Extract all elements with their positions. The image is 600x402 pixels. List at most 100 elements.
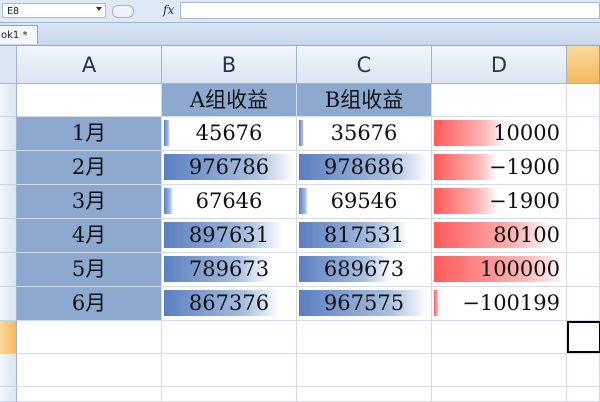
cell-d1[interactable] — [432, 84, 567, 117]
name-box-dropdown-icon[interactable] — [96, 7, 102, 11]
empty-cell[interactable] — [432, 387, 567, 402]
formula-bar: E8 fx — [0, 0, 600, 23]
cell-b-income[interactable]: 35676 — [297, 117, 432, 151]
empty-cell[interactable] — [297, 321, 432, 354]
empty-cell[interactable] — [162, 387, 297, 402]
row-header[interactable] — [0, 387, 17, 402]
b-income-value: 967575 — [323, 291, 405, 315]
spreadsheet-grid[interactable]: A B C D A组收益 B组收益 1月 45676 35676 10000 2… — [0, 46, 600, 402]
name-box[interactable]: E8 — [2, 3, 106, 18]
cell-e[interactable] — [567, 117, 600, 151]
cell-a-income[interactable]: 67646 — [162, 185, 297, 219]
formula-input[interactable] — [180, 2, 600, 19]
empty-cell[interactable] — [567, 387, 600, 402]
month-label: 4月 — [71, 223, 107, 247]
active-cell-e8[interactable] — [567, 321, 600, 353]
workbook-tab[interactable]: ok1 * — [0, 25, 38, 44]
cell-month[interactable]: 2月 — [17, 151, 162, 185]
a-income-value: 897631 — [188, 223, 270, 247]
cell-c1[interactable]: B组收益 — [297, 84, 432, 117]
d-value: 100000 — [479, 257, 560, 281]
data-bar — [164, 188, 173, 214]
cell-b-income[interactable]: 69546 — [297, 185, 432, 219]
cell-d-value[interactable]: 10000 — [432, 117, 567, 151]
cell-a-income[interactable]: 867376 — [162, 287, 297, 321]
column-header-a[interactable]: A — [17, 46, 162, 84]
empty-cell[interactable] — [432, 321, 567, 354]
a-income-value: 67646 — [195, 189, 263, 213]
cell-d-value[interactable]: −100199 — [432, 287, 567, 321]
row-header[interactable] — [0, 219, 17, 253]
column-header-d[interactable]: D — [432, 46, 567, 84]
empty-cell[interactable] — [567, 354, 600, 387]
data-bar — [164, 120, 170, 146]
cell-b-income[interactable]: 817531 — [297, 219, 432, 253]
cell-a1[interactable] — [17, 84, 162, 117]
cell-e[interactable] — [567, 253, 600, 287]
cell-e[interactable] — [567, 185, 600, 219]
empty-cell[interactable] — [162, 354, 297, 387]
formula-bar-expand-icon[interactable] — [112, 5, 134, 18]
row-header-selected[interactable] — [0, 321, 17, 354]
cell-e1[interactable] — [567, 84, 600, 117]
column-header-e[interactable] — [567, 46, 600, 84]
name-box-value: E8 — [7, 6, 20, 17]
cell-d-value[interactable]: −1900 — [432, 151, 567, 185]
cell-a-income[interactable]: 897631 — [162, 219, 297, 253]
a-income-value: 789673 — [188, 257, 270, 281]
cell-e[interactable] — [567, 219, 600, 253]
b-income-value: 817531 — [323, 223, 405, 247]
column-header-c[interactable]: C — [297, 46, 432, 84]
d-value: 10000 — [493, 121, 560, 145]
cell-e[interactable] — [567, 151, 600, 185]
cell-month[interactable]: 5月 — [17, 253, 162, 287]
row-header[interactable] — [0, 354, 17, 387]
row-header[interactable] — [0, 84, 17, 117]
row-header[interactable] — [0, 185, 17, 219]
cell-d-value[interactable]: 80100 — [432, 219, 567, 253]
a-income-value: 976786 — [188, 155, 270, 179]
data-bar — [434, 290, 439, 316]
cell-d-value[interactable]: −1900 — [432, 185, 567, 219]
cell-e[interactable] — [567, 287, 600, 321]
empty-cell[interactable] — [17, 354, 162, 387]
empty-cell[interactable] — [17, 321, 162, 354]
d-value: −1900 — [488, 155, 560, 179]
row-header[interactable] — [0, 117, 17, 151]
cell-a-income[interactable]: 789673 — [162, 253, 297, 287]
row-header[interactable] — [0, 287, 17, 321]
d-value: −1900 — [488, 189, 560, 213]
cell-b-income[interactable]: 978686 — [297, 151, 432, 185]
data-bar — [299, 120, 304, 146]
empty-cell[interactable] — [432, 354, 567, 387]
month-label: 6月 — [71, 291, 107, 315]
empty-cell[interactable] — [297, 354, 432, 387]
insert-function-icon[interactable]: fx — [163, 3, 174, 17]
d-value: −100199 — [462, 291, 560, 315]
column-header-b[interactable]: B — [162, 46, 297, 84]
row-header[interactable] — [0, 253, 17, 287]
cell-a-income[interactable]: 45676 — [162, 117, 297, 151]
month-label: 3月 — [71, 189, 107, 213]
workbook-tab-strip: ok1 * — [0, 23, 600, 46]
cell-b1[interactable]: A组收益 — [162, 84, 297, 117]
cell-month[interactable]: 4月 — [17, 219, 162, 253]
cell-a-income[interactable]: 976786 — [162, 151, 297, 185]
empty-cell[interactable] — [162, 321, 297, 354]
row-header[interactable] — [0, 151, 17, 185]
header-a-income: A组收益 — [189, 88, 269, 112]
cell-b-income[interactable]: 967575 — [297, 287, 432, 321]
month-label: 2月 — [71, 155, 107, 179]
b-income-value: 689673 — [323, 257, 405, 281]
b-income-value: 978686 — [323, 155, 405, 179]
cell-d-value[interactable]: 100000 — [432, 253, 567, 287]
empty-cell[interactable] — [297, 387, 432, 402]
cell-month[interactable]: 3月 — [17, 185, 162, 219]
empty-cell[interactable] — [17, 387, 162, 402]
select-all-corner[interactable] — [0, 46, 17, 84]
a-income-value: 45676 — [195, 121, 263, 145]
cell-month[interactable]: 6月 — [17, 287, 162, 321]
cell-month[interactable]: 1月 — [17, 117, 162, 151]
cell-b-income[interactable]: 689673 — [297, 253, 432, 287]
month-label: 5月 — [71, 257, 107, 281]
